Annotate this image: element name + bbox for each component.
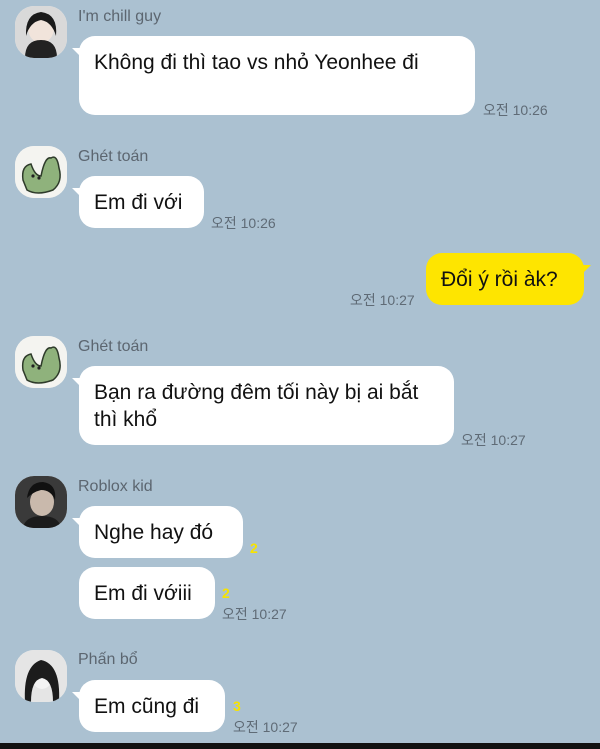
unread-count: 2: [250, 540, 258, 556]
unread-count: 3: [233, 698, 241, 714]
bottom-edge-bar: [0, 743, 600, 749]
my-message-bubble[interactable]: Đổi ý rồi àk?: [426, 253, 591, 305]
message-time: 오전 10:27: [233, 719, 298, 735]
message-text: Không đi thì tao vs nhỏ Yeonhee đi: [94, 51, 419, 74]
message-time: 오전 10:26: [211, 215, 276, 231]
avatar-roblox-kid[interactable]: [15, 476, 67, 528]
unread-count: 2: [222, 585, 230, 601]
message-text: Em đi với: [94, 191, 183, 214]
sender-name: Ghét toán: [78, 148, 149, 165]
message-text: Nghe hay đó: [94, 521, 214, 544]
message-bubble[interactable]: Bạn ra đường đêm tối này bị ai bắt thì k…: [72, 366, 454, 445]
message-time: 오전 10:27: [461, 432, 526, 448]
message-bubble[interactable]: Em đi với: [72, 176, 204, 228]
avatar-phan-bo[interactable]: [15, 650, 67, 702]
message-time: 오전 10:27: [222, 606, 287, 622]
message-text: Em đi vớiii: [94, 582, 192, 605]
message-time: 오전 10:27: [350, 292, 415, 308]
message-bubble[interactable]: Không đi thì tao vs nhỏ Yeonhee đi: [72, 36, 475, 115]
sender-name: Ghét toán: [78, 338, 149, 355]
message-bubble[interactable]: Em đi vớiii: [79, 567, 215, 619]
sender-name: Roblox kid: [78, 478, 153, 495]
sender-name: I'm chill guy: [78, 8, 162, 25]
avatar-ghet-toan[interactable]: [15, 336, 67, 388]
sender-name: Phấn bổ: [78, 651, 138, 668]
message-text: Em cũng đi: [94, 695, 200, 718]
message-bubble[interactable]: Nghe hay đó: [72, 506, 243, 558]
avatar-chill-guy[interactable]: [15, 6, 67, 58]
message-time: 오전 10:26: [483, 102, 548, 118]
message-bubble[interactable]: Em cũng đi: [72, 680, 225, 732]
message-text: Đổi ý rồi àk?: [441, 268, 558, 291]
avatar-ghet-toan[interactable]: [15, 146, 67, 198]
message-text: Bạn ra đường đêm tối này bị ai bắt thì k…: [94, 381, 419, 431]
